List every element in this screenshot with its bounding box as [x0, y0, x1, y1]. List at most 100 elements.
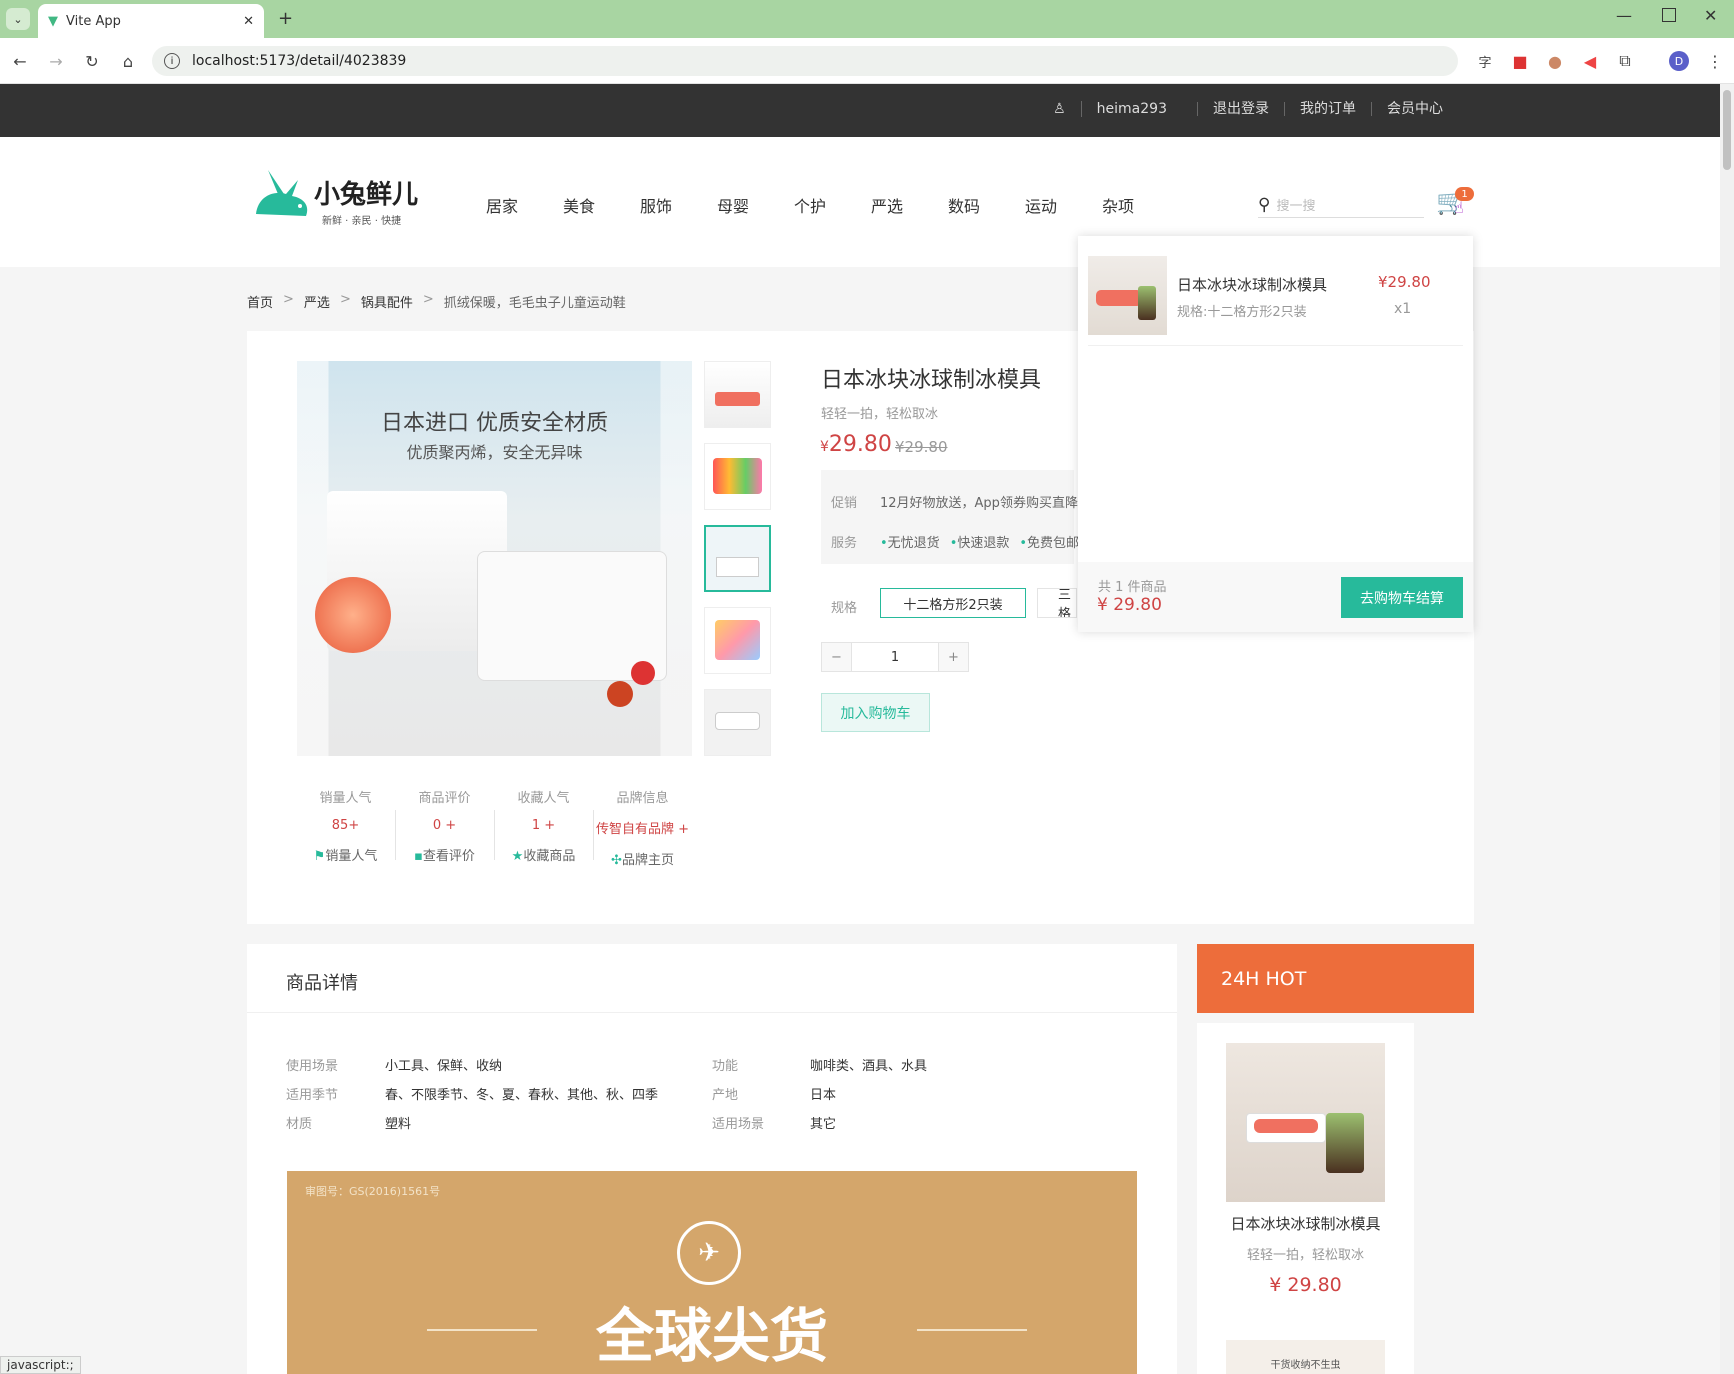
breadcrumb-item[interactable]: 锅具配件 — [361, 292, 413, 311]
forward-icon[interactable]: → — [42, 47, 70, 75]
attr-key: 适用季节 — [286, 1088, 339, 1103]
hot-item-card[interactable]: 日本冰块冰球制冰模具 轻轻一拍，轻松取冰 ¥ 29.80 干货收纳不生虫 — [1197, 1023, 1414, 1374]
thumbnail-3[interactable] — [704, 525, 771, 592]
breadcrumb-item[interactable]: 首页 — [247, 292, 273, 311]
thumbnail-5[interactable] — [704, 689, 771, 756]
hot-item-price: ¥ 29.80 — [1269, 1274, 1342, 1296]
search-box[interactable]: ⚲ 搜一搜 — [1258, 192, 1424, 218]
checkout-button[interactable]: 去购物车结算 — [1341, 577, 1463, 618]
site-logo[interactable]: 小兔鲜儿 新鲜 · 亲民 · 快捷 — [248, 160, 444, 230]
tab-search-icon[interactable]: ⌄ — [6, 8, 30, 30]
stat-action[interactable]: ★收藏商品 — [494, 845, 593, 864]
logout-link[interactable]: 退出登录 — [1197, 102, 1284, 116]
stat-action[interactable]: ✣品牌主页 — [593, 849, 692, 868]
search-placeholder: 搜一搜 — [1276, 199, 1316, 214]
site-topbar: ♙ heima293 退出登录 我的订单 会员中心 — [0, 84, 1720, 137]
hot-header: 24H HOT — [1197, 944, 1474, 1013]
attr-value: 咖啡类、酒具、水具 — [810, 1059, 928, 1074]
stat-key: 商品评价 — [418, 791, 471, 806]
main-nav: 居家 美食 服饰 母婴 个护 严选 数码 运动 杂项 — [486, 193, 1179, 217]
nav-item[interactable]: 运动 — [1025, 193, 1102, 217]
nav-item[interactable]: 服饰 — [640, 193, 717, 217]
service-list: •无忧退货 •快速退款 •免费包邮 — [880, 532, 1079, 551]
banner-line — [427, 1329, 537, 1331]
back-icon[interactable]: ← — [6, 47, 34, 75]
new-tab-icon[interactable]: + — [278, 8, 293, 29]
username: heima293 — [1080, 101, 1182, 117]
qty-plus-button[interactable]: + — [938, 643, 968, 671]
attr-value: 春、不限季节、冬、夏、春秋、其他、秋、四季 — [385, 1088, 659, 1103]
hot-item-image — [1226, 1043, 1385, 1202]
member-center-link[interactable]: 会员中心 — [1371, 102, 1458, 116]
stat-key: 品牌信息 — [616, 791, 669, 806]
home-icon[interactable]: ⌂ — [114, 47, 142, 75]
reload-icon[interactable]: ↻ — [78, 47, 106, 75]
minimize-icon[interactable]: — — [1616, 6, 1632, 25]
image-subline: 优质聚丙烯，安全无异味 — [406, 443, 583, 462]
scrollbar-thumb[interactable] — [1723, 90, 1731, 170]
site-info-icon[interactable]: i — [164, 53, 180, 69]
service-item: •快速退款 — [949, 536, 1010, 551]
qty-minus-button[interactable]: − — [822, 643, 852, 671]
attr-value: 小工具、保鲜、收纳 — [385, 1059, 503, 1074]
product-old-price: ¥29.80 — [895, 438, 948, 456]
cart-item-name[interactable]: 日本冰块冰球制冰模具 — [1177, 274, 1327, 295]
thumbnail-4[interactable] — [704, 607, 771, 674]
attr-key: 材质 — [286, 1117, 313, 1132]
airplane-globe-icon: ✈ — [677, 1221, 741, 1285]
nav-item[interactable]: 居家 — [486, 193, 563, 217]
menu-kebab-icon[interactable]: ⋮ — [1701, 47, 1729, 75]
orders-link[interactable]: 我的订单 — [1284, 102, 1371, 116]
comment-icon: ▪ — [414, 849, 423, 864]
drink-glass — [1138, 286, 1156, 320]
stat-action[interactable]: ⚑销量人气 — [296, 845, 395, 864]
tab-close-icon[interactable]: ✕ — [243, 14, 254, 29]
address-bar[interactable]: i localhost:5173/detail/4023839 — [152, 46, 1458, 76]
extension-translate-icon[interactable]: 字 — [1471, 47, 1499, 75]
breadcrumb-item[interactable]: 严选 — [304, 292, 330, 311]
image-headline: 日本进口 优质安全材质 — [381, 411, 608, 436]
stat-value: 0 + — [432, 818, 457, 833]
nav-item[interactable]: 母婴 — [717, 193, 794, 217]
banner-line — [917, 1329, 1027, 1331]
thumbnail-2[interactable] — [704, 443, 771, 510]
stat-value: 85+ — [331, 818, 360, 833]
stat-sales: 销量人气 85+ ⚑销量人气 — [296, 787, 395, 864]
thumbnail-1[interactable] — [704, 361, 771, 428]
extensions-puzzle-icon[interactable]: ⧉ — [1611, 47, 1639, 75]
scrollbar[interactable] — [1720, 84, 1734, 1374]
status-bar: javascript:; — [0, 1356, 81, 1374]
maximize-icon[interactable] — [1662, 8, 1676, 22]
ice-balls — [1254, 1119, 1318, 1133]
user-link[interactable]: ♙ heima293 — [1023, 101, 1197, 117]
spec-option-selected[interactable]: 十二格方形2只装 — [880, 588, 1026, 618]
browser-tab[interactable]: ▼ Vite App ✕ — [38, 4, 264, 38]
flag-icon: ⚑ — [313, 849, 326, 864]
promo-label: 促销 — [831, 496, 858, 511]
stat-value: 传智自有品牌 + — [595, 822, 690, 837]
browser-tabstrip: ⌄ ▼ Vite App ✕ + — ✕ — [0, 0, 1734, 38]
hot-item-desc: 轻轻一拍，轻松取冰 — [1246, 1248, 1364, 1263]
hot-item-name: 日本冰块冰球制冰模具 — [1230, 1215, 1381, 1233]
cart-summary-count: 共 1 件商品 — [1098, 580, 1167, 595]
nav-item[interactable]: 杂项 — [1102, 193, 1179, 217]
stat-favorites: 收藏人气 1 + ★收藏商品 — [494, 787, 593, 864]
rabbit-logo-icon — [256, 170, 308, 216]
cart-summary-total: ¥ 29.80 — [1097, 595, 1162, 615]
extension-face-icon[interactable]: ● — [1541, 47, 1569, 75]
extension-red-icon[interactable]: ■ — [1506, 47, 1534, 75]
spec-option[interactable]: 三格 — [1037, 588, 1077, 618]
add-to-cart-button[interactable]: 加入购物车 — [821, 693, 930, 732]
profile-avatar[interactable]: D — [1669, 51, 1689, 71]
spec-label: 规格 — [831, 601, 858, 616]
close-window-icon[interactable]: ✕ — [1704, 6, 1717, 25]
extension-megaphone-icon[interactable]: ◀ — [1576, 47, 1604, 75]
mouse-cursor-icon: ☝ — [1454, 198, 1464, 217]
service-item: •免费包邮 — [1019, 536, 1080, 551]
nav-item[interactable]: 美食 — [563, 193, 640, 217]
nav-item[interactable]: 严选 — [871, 193, 948, 217]
nav-item[interactable]: 数码 — [948, 193, 1025, 217]
nav-item[interactable]: 个护 — [794, 193, 871, 217]
stat-action[interactable]: ▪查看评价 — [395, 845, 494, 864]
qty-input[interactable]: 1 — [852, 643, 938, 671]
